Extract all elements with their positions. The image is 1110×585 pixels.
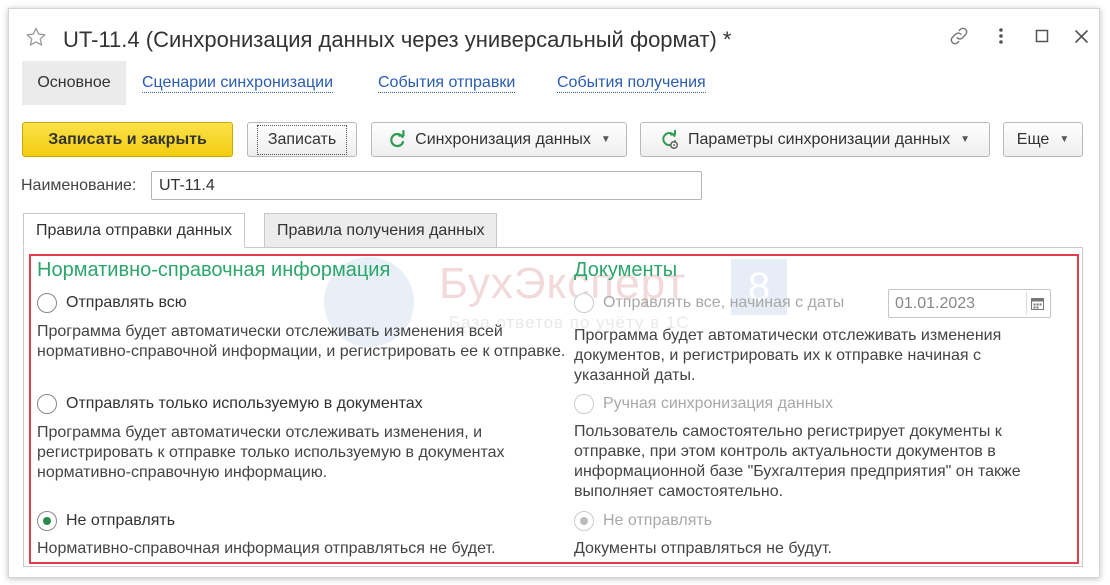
nav-tab-send-events[interactable]: События отправки <box>378 61 516 105</box>
chevron-down-icon: ▼ <box>1059 134 1070 145</box>
docs-heading: Документы <box>574 259 678 281</box>
tab-send-rules[interactable]: Правила отправки данных <box>23 213 246 248</box>
chevron-down-icon: ▼ <box>960 134 971 145</box>
nsi-no-send-label[interactable]: Не отправлять <box>66 512 175 530</box>
tab-receive-rules[interactable]: Правила получения данных <box>264 213 498 248</box>
star-icon[interactable] <box>25 26 47 48</box>
nsi-send-used-description: Программа будет автоматически отслеживат… <box>37 424 505 481</box>
docs-manual-sync-radio[interactable] <box>574 394 594 414</box>
calendar-icon[interactable] <box>1026 292 1048 315</box>
sync-params-button[interactable]: Параметры синхронизации данных ▼ <box>640 122 990 157</box>
maximize-icon[interactable] <box>1029 23 1055 49</box>
docs-manual-sync-label[interactable]: Ручная синхронизация данных <box>603 395 833 413</box>
sync-icon <box>390 129 405 147</box>
nav-tab-main[interactable]: Основное <box>22 61 126 105</box>
nsi-send-all-label[interactable]: Отправлять всю <box>66 294 187 312</box>
sync-data-button[interactable]: Синхронизация данных ▼ <box>371 122 627 157</box>
nsi-send-all-description: Программа будет автоматически отслеживат… <box>37 323 566 360</box>
save-and-close-button[interactable]: Записать и закрыть <box>22 122 233 157</box>
more-button[interactable]: Еще ▼ <box>1003 122 1083 157</box>
form-window: UT-11.4 (Синхронизация данных через унив… <box>8 8 1100 578</box>
docs-send-from-date-description: Программа будет автоматически отслеживат… <box>574 327 1002 384</box>
name-input[interactable] <box>151 171 702 200</box>
docs-no-send-radio[interactable] <box>574 511 594 531</box>
link-icon[interactable] <box>946 23 972 49</box>
nsi-no-send-radio[interactable] <box>37 511 57 531</box>
save-button[interactable]: Записать <box>247 122 357 157</box>
docs-no-send-description: Документы отправляться не будут. <box>574 540 832 557</box>
window-title: UT-11.4 (Синхронизация данных через унив… <box>63 27 732 52</box>
nav-tab-sync-scenarios[interactable]: Сценарии синхронизации <box>142 61 334 105</box>
more-menu-icon[interactable] <box>988 23 1014 49</box>
close-icon[interactable] <box>1068 23 1094 49</box>
name-label: Наименование: <box>21 177 137 194</box>
nsi-send-used-label[interactable]: Отправлять только используемую в докумен… <box>66 395 423 413</box>
nav-tab-receive-events[interactable]: События получения <box>557 61 706 105</box>
docs-manual-sync-description: Пользователь самостоятельно регистрирует… <box>574 423 1021 500</box>
nsi-send-all-radio[interactable] <box>37 293 57 313</box>
chevron-down-icon: ▼ <box>600 134 611 145</box>
docs-send-from-date-radio[interactable] <box>574 293 594 313</box>
nsi-heading: Нормативно-справочная информация <box>37 259 391 281</box>
nsi-send-used-radio[interactable] <box>37 394 57 414</box>
nsi-no-send-description: Нормативно-справочная информация отправл… <box>37 540 496 557</box>
sync-settings-icon <box>662 129 678 149</box>
docs-send-from-date-label[interactable]: Отправлять все, начиная с даты <box>603 294 844 312</box>
docs-no-send-label[interactable]: Не отправлять <box>603 512 712 530</box>
